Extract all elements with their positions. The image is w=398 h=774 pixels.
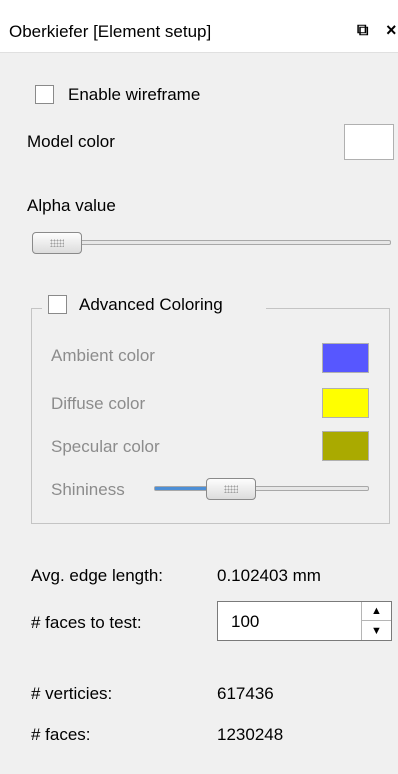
faces-to-test-label: # faces to test:: [31, 613, 142, 632]
advanced-coloring-checkbox[interactable]: [48, 295, 67, 314]
ambient-color-swatch[interactable]: [322, 343, 369, 373]
ambient-color-label: Ambient color: [51, 346, 155, 365]
wireframe-label[interactable]: Enable wireframe: [68, 85, 200, 105]
alpha-label: Alpha value: [27, 196, 116, 215]
vertices-label: # verticies:: [31, 684, 113, 703]
advanced-coloring-label[interactable]: Advanced Coloring: [79, 295, 223, 315]
diffuse-color-label: Diffuse color: [51, 394, 146, 413]
avg-edge-label: Avg. edge length:: [31, 566, 164, 585]
wireframe-checkbox[interactable]: [35, 85, 54, 104]
float-icon[interactable]: ⧉: [357, 22, 368, 40]
faces-to-test-input[interactable]: 100: [231, 612, 259, 632]
faces-to-test-spinbox[interactable]: 100 ▲ ▼: [217, 601, 392, 641]
faces-label: # faces:: [31, 725, 91, 744]
specular-color-swatch[interactable]: [322, 431, 369, 461]
spin-down-icon[interactable]: ▼: [362, 621, 391, 640]
spin-buttons: ▲ ▼: [361, 602, 391, 640]
alpha-slider-track[interactable]: [32, 240, 391, 245]
alpha-slider-handle[interactable]: [32, 232, 82, 254]
shininess-slider-fill: [155, 487, 210, 490]
vertices-value: 617436: [217, 684, 274, 703]
close-icon[interactable]: ×: [386, 20, 397, 41]
specular-color-label: Specular color: [51, 437, 160, 456]
spin-up-icon[interactable]: ▲: [362, 602, 391, 621]
shininess-label: Shininess: [51, 480, 125, 499]
dock-title-bar: Oberkiefer [Element setup] ⧉ ×: [0, 0, 398, 53]
window-title: Oberkiefer [Element setup]: [9, 22, 212, 41]
model-color-label: Model color: [27, 132, 115, 151]
shininess-slider-handle[interactable]: [206, 478, 256, 500]
faces-value: 1230248: [217, 725, 284, 744]
model-color-swatch[interactable]: [344, 124, 394, 160]
diffuse-color-swatch[interactable]: [322, 388, 369, 418]
avg-edge-value: 0.102403 mm: [217, 566, 321, 585]
